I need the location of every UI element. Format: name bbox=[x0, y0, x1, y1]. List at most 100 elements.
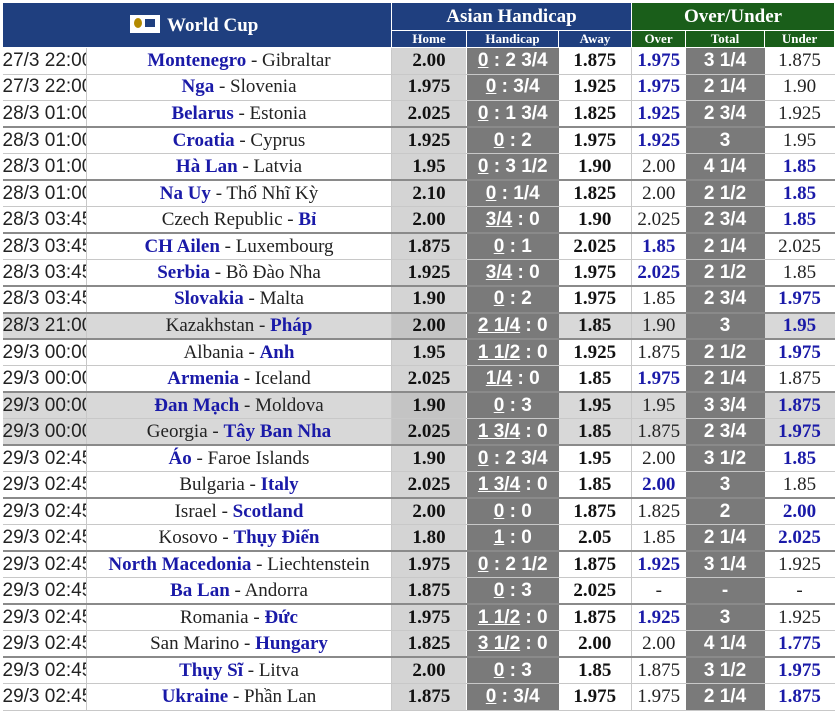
home-team: Thụy Sĩ bbox=[179, 659, 243, 681]
over-odds: 2.00 bbox=[631, 471, 686, 499]
handicap-right: 2 3/4 bbox=[505, 447, 548, 469]
home-team: Slovakia bbox=[174, 288, 244, 310]
team-separator: - bbox=[209, 261, 226, 283]
ah-away-odds: 1.825 bbox=[558, 179, 633, 207]
col-home: Home bbox=[391, 30, 467, 48]
handicap-left: 1 bbox=[493, 526, 505, 548]
match-teams: San Marino - Hungary bbox=[86, 630, 392, 658]
ah-home-odds: 1.875 bbox=[391, 232, 467, 260]
handicap-line: 2 1/4 : 0 bbox=[466, 311, 559, 340]
total-goals-line: - bbox=[685, 577, 765, 605]
ah-away-odds: 1.85 bbox=[558, 418, 633, 446]
handicap-right: 1 bbox=[521, 235, 532, 257]
total-goals-line: 2 3/4 bbox=[685, 100, 765, 128]
team-separator: - bbox=[217, 526, 234, 548]
match-teams: Belarus - Estonia bbox=[86, 100, 392, 128]
ah-home-odds: 1.90 bbox=[391, 285, 467, 313]
match-row: 28/3 01:00 Croatia - Cyprus 1.925 0 : 2 1.97… bbox=[2, 126, 835, 154]
ah-home-odds: 2.00 bbox=[391, 311, 467, 340]
kickoff-time: 29/3 00:00 bbox=[2, 418, 87, 446]
match-row: 29/3 00:00 Georgia - Tây Ban Nha 2.025 1 3/… bbox=[2, 418, 835, 446]
handicap-left: 0 bbox=[477, 553, 489, 575]
handicap-separator: : bbox=[504, 235, 522, 257]
match-teams: Georgia - Tây Ban Nha bbox=[86, 418, 392, 446]
match-teams: North Macedonia - Liechtenstein bbox=[86, 550, 392, 578]
match-row: 29/3 02:45 Israel - Scotland 2.00 0 : 0 1.87… bbox=[2, 497, 835, 525]
handicap-separator: : bbox=[520, 420, 538, 442]
handicap-separator: : bbox=[504, 288, 522, 310]
ah-away-odds: 2.05 bbox=[558, 524, 633, 552]
team-separator: - bbox=[216, 500, 233, 522]
handicap-left: 2 1/4 bbox=[477, 314, 521, 336]
handicap-separator: : bbox=[520, 314, 538, 336]
ah-home-odds: 1.90 bbox=[391, 391, 467, 419]
over-odds: 1.975 bbox=[631, 683, 686, 711]
away-team: Litva bbox=[258, 659, 299, 681]
over-odds: 1.95 bbox=[631, 391, 686, 419]
total-goals-line: 4 1/4 bbox=[685, 153, 765, 181]
kickoff-time: 29/3 02:45 bbox=[2, 577, 87, 605]
away-team: Thổ Nhĩ Kỳ bbox=[226, 182, 319, 204]
handicap-left: 0 bbox=[493, 129, 505, 151]
team-separator: - bbox=[248, 606, 265, 628]
under-odds: 1.925 bbox=[764, 550, 835, 578]
home-team: CH Ailen bbox=[144, 235, 220, 257]
handicap-separator: : bbox=[512, 261, 530, 283]
handicap-right: 0 bbox=[529, 261, 540, 283]
handicap-separator: : bbox=[520, 632, 538, 654]
over-odds: 2.00 bbox=[631, 630, 686, 658]
over-odds: 1.85 bbox=[631, 232, 686, 260]
ah-away-odds: 1.90 bbox=[558, 206, 633, 234]
home-team: Kazakhstan bbox=[165, 314, 255, 336]
match-row: 29/3 02:45 Ukraine - Phần Lan 1.875 0 : 3/4… bbox=[2, 683, 835, 711]
kickoff-time: 29/3 02:45 bbox=[2, 683, 87, 711]
ah-away-odds: 1.875 bbox=[558, 497, 633, 525]
over-odds: 1.925 bbox=[631, 603, 686, 631]
match-row: 29/3 02:45 Áo - Faroe Islands 1.90 0 : 2 3/… bbox=[2, 444, 835, 472]
away-team: Hungary bbox=[255, 632, 328, 654]
ah-away-odds: 2.00 bbox=[558, 630, 633, 658]
ah-home-odds: 1.975 bbox=[391, 603, 467, 631]
home-team: Ukraine bbox=[161, 685, 229, 707]
ah-away-odds: 1.975 bbox=[558, 126, 633, 154]
away-team: Đức bbox=[264, 606, 298, 628]
ah-home-odds: 1.875 bbox=[391, 683, 467, 711]
kickoff-time: 28/3 03:45 bbox=[2, 259, 87, 287]
under-odds: 1.85 bbox=[764, 153, 835, 181]
over-odds: 2.00 bbox=[631, 153, 686, 181]
home-team: Bulgaria bbox=[179, 473, 245, 495]
ah-home-odds: 2.025 bbox=[391, 365, 467, 393]
away-team: Slovenia bbox=[230, 76, 297, 98]
handicap-right: 3/4 bbox=[513, 76, 540, 98]
match-row: 29/3 00:00 Đan Mạch - Moldova 1.90 0 : 3 1.9… bbox=[2, 391, 835, 419]
over-odds: 2.00 bbox=[631, 179, 686, 207]
handicap-left: 0 bbox=[477, 102, 489, 124]
total-goals-line: 2 1/4 bbox=[685, 232, 765, 260]
handicap-line: 0 : 2 3/4 bbox=[466, 47, 559, 75]
handicap-line: 0 : 1/4 bbox=[466, 179, 559, 207]
away-team: Latvia bbox=[253, 155, 303, 177]
handicap-left: 0 bbox=[485, 76, 497, 98]
kickoff-time: 28/3 01:00 bbox=[2, 179, 87, 207]
under-odds: 1.975 bbox=[764, 418, 835, 446]
home-team: Georgia bbox=[146, 420, 208, 442]
over-odds: 1.875 bbox=[631, 338, 686, 366]
away-team: Estonia bbox=[249, 102, 307, 124]
handicap-left: 0 bbox=[485, 182, 497, 204]
total-goals-line: 3 bbox=[685, 126, 765, 154]
away-team: Scotland bbox=[232, 500, 304, 522]
handicap-right: 3/4 bbox=[513, 685, 540, 707]
ah-away-odds: 1.875 bbox=[558, 603, 633, 631]
handicap-separator: : bbox=[496, 685, 514, 707]
home-team: Serbia bbox=[157, 261, 210, 283]
total-goals-line: 3 1/4 bbox=[685, 47, 765, 75]
kickoff-time: 29/3 02:45 bbox=[2, 550, 87, 578]
home-team: Israel bbox=[174, 500, 217, 522]
away-team: Malta bbox=[259, 288, 304, 310]
kickoff-time: 29/3 02:45 bbox=[2, 630, 87, 658]
team-separator: - bbox=[219, 235, 236, 257]
match-row: 27/3 22:00 Montenegro - Gibraltar 2.00 0 : … bbox=[2, 47, 835, 75]
under-odds: - bbox=[764, 577, 835, 605]
total-goals-line: 2 bbox=[685, 497, 765, 525]
handicap-separator: : bbox=[504, 526, 522, 548]
